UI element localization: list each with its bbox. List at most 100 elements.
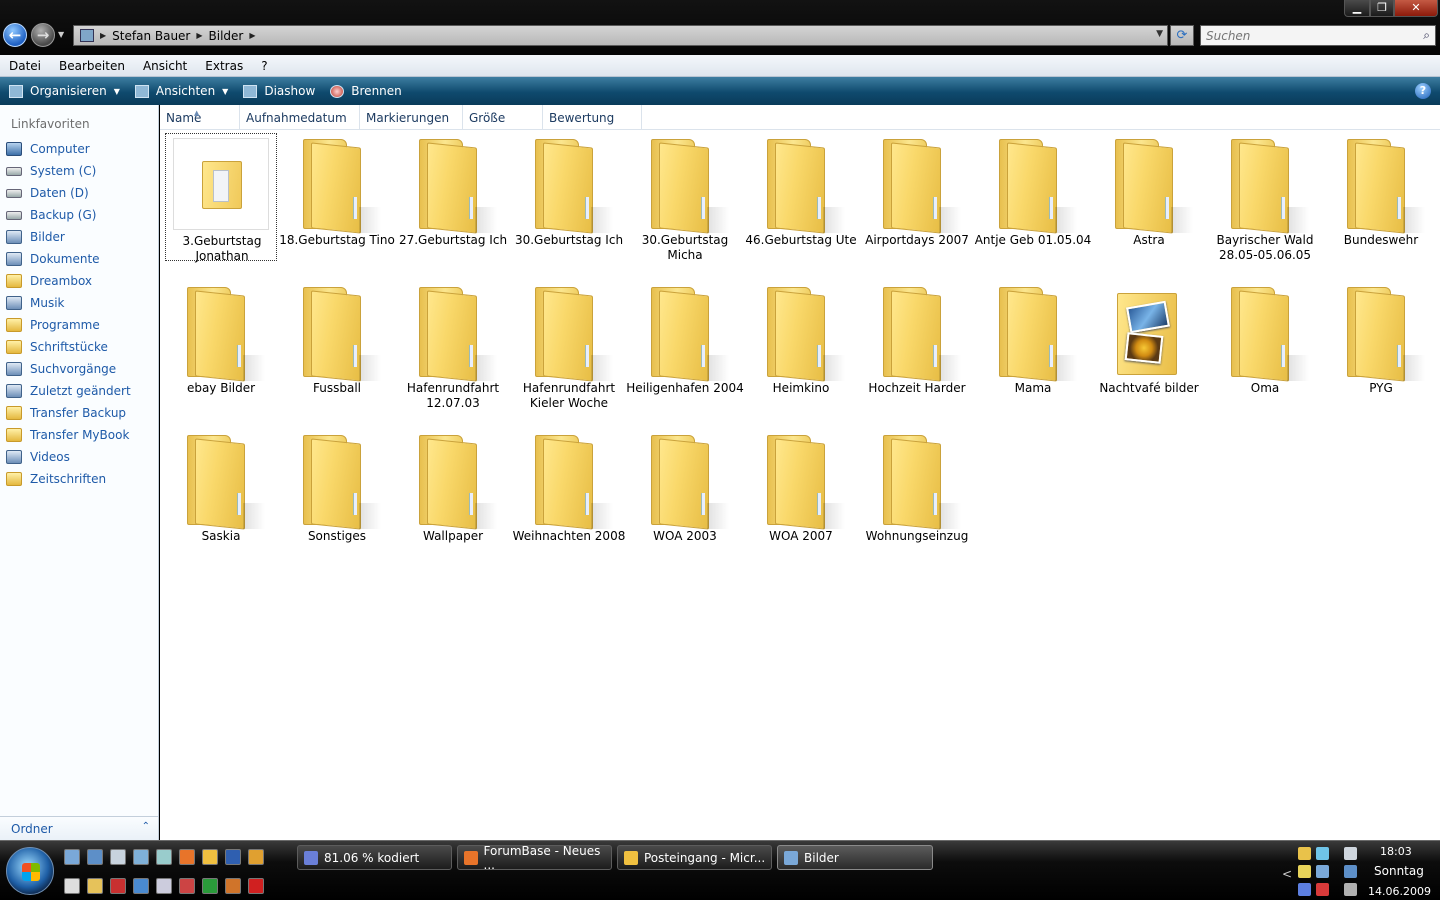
nav-link-item[interactable]: System (C) <box>0 160 158 182</box>
address-dropdown-icon[interactable]: ▼ <box>1156 29 1163 39</box>
show-desktop-icon[interactable] <box>64 849 80 865</box>
folder-item[interactable]: Hafenrundfahrt Kieler Woche <box>513 281 625 410</box>
nav-link-item[interactable]: Transfer Backup <box>0 402 158 424</box>
breadcrumb-separator-icon[interactable]: ▶ <box>249 31 255 40</box>
close-button[interactable]: ✕ <box>1394 0 1438 17</box>
folder-item[interactable]: Weihnachten 2008 <box>513 429 625 557</box>
folder-item[interactable]: Bayrischer Wald 28.05-05.06.05 <box>1209 133 1321 262</box>
forward-button[interactable]: → <box>31 23 55 47</box>
tv-icon[interactable] <box>64 878 80 894</box>
menu-datei[interactable]: Datei <box>0 59 50 73</box>
clock-time[interactable]: 18:03 <box>1380 845 1412 858</box>
opera-icon[interactable] <box>110 878 126 894</box>
folder-item[interactable]: 30.Geburtstag Ich <box>513 133 625 261</box>
menu-bearbeiten[interactable]: Bearbeiten <box>50 59 134 73</box>
clock-day[interactable]: Sonntag <box>1374 864 1424 878</box>
ie-icon[interactable] <box>133 878 149 894</box>
breadcrumb-separator-icon[interactable]: ▶ <box>196 31 202 40</box>
nav-link-item[interactable]: Dokumente <box>0 248 158 270</box>
folder-item[interactable]: 30.Geburtstag Micha <box>629 133 741 262</box>
tray-expand-icon[interactable]: < <box>1282 867 1292 881</box>
folder-item[interactable]: Nachtvafé bilder <box>1093 281 1205 409</box>
organize-button[interactable]: Organisieren ▼ <box>9 84 120 98</box>
nav-link-item[interactable]: Videos <box>0 446 158 468</box>
column-header-date-taken[interactable]: Aufnahmedatum <box>240 105 360 130</box>
menu-ansicht[interactable]: Ansicht <box>134 59 196 73</box>
minimize-button[interactable]: ▁ <box>1344 0 1370 17</box>
tray-device-icon[interactable] <box>1344 847 1357 860</box>
nav-link-item[interactable]: Zuletzt geändert <box>0 380 158 402</box>
slideshow-button[interactable]: Diashow <box>243 84 315 98</box>
refresh-button[interactable]: ⟳ <box>1170 25 1194 46</box>
folder-item[interactable]: ebay Bilder <box>165 281 277 409</box>
search-icon[interactable]: ⌕ <box>1423 28 1430 43</box>
start-button[interactable] <box>6 847 54 895</box>
project-icon[interactable] <box>202 878 218 894</box>
nav-link-item[interactable]: Zeitschriften <box>0 468 158 490</box>
breadcrumb-bilder[interactable]: Bilder <box>209 29 244 43</box>
word-icon[interactable] <box>225 849 241 865</box>
column-header-rating[interactable]: Bewertung <box>543 105 642 130</box>
tray-monitor-icon[interactable] <box>1316 865 1329 878</box>
back-button[interactable]: ← <box>3 23 27 47</box>
folder-item[interactable]: 46.Geburtstag Ute <box>745 133 857 261</box>
folder-item[interactable]: Wallpaper <box>397 429 509 557</box>
folder-item[interactable]: Bundeswehr <box>1325 133 1437 261</box>
nav-link-item[interactable]: Backup (G) <box>0 204 158 226</box>
nav-link-item[interactable]: Programme <box>0 314 158 336</box>
recent-pages-dropdown[interactable]: ▼ <box>58 30 64 39</box>
games-icon[interactable] <box>225 878 241 894</box>
folder-item[interactable]: Saskia <box>165 429 277 557</box>
folder-item[interactable]: WOA 2003 <box>629 429 741 557</box>
folder-item[interactable]: 3.Geburtstag Jonathan <box>165 133 277 263</box>
switch-windows-icon[interactable] <box>87 849 103 865</box>
help-icon[interactable]: ? <box>1415 83 1431 99</box>
menu-help[interactable]: ? <box>252 59 276 73</box>
volume-muted-icon[interactable] <box>1344 883 1357 896</box>
outlook-icon[interactable] <box>202 849 218 865</box>
folder-item[interactable]: Astra <box>1093 133 1205 261</box>
folder-item[interactable]: Oma <box>1209 281 1321 409</box>
burn-button[interactable]: Brennen <box>330 84 402 98</box>
breadcrumb-separator-icon[interactable]: ▶ <box>100 31 106 40</box>
folder-item[interactable]: PYG <box>1325 281 1437 409</box>
folder-item[interactable]: Heiligenhafen 2004 <box>626 281 744 409</box>
folder-item[interactable]: 18.Geburtstag Tino <box>279 133 395 261</box>
taskbar-button[interactable]: Bilder <box>777 845 933 870</box>
notepad-icon[interactable] <box>156 849 172 865</box>
nav-link-item[interactable]: Transfer MyBook <box>0 424 158 446</box>
nav-link-item[interactable]: Computer <box>0 138 158 160</box>
tray-network-icon[interactable] <box>1298 865 1311 878</box>
folder-item[interactable]: Airportdays 2007 <box>861 133 973 261</box>
media-icon[interactable] <box>248 849 264 865</box>
folders-toggle[interactable]: Ordner ⌃ <box>0 816 158 840</box>
folder-item[interactable]: Antje Geb 01.05.04 <box>975 133 1091 261</box>
taskbar-button[interactable]: ForumBase - Neues ... <box>457 844 612 872</box>
nav-link-item[interactable]: Bilder <box>0 226 158 248</box>
folder-item[interactable]: WOA 2007 <box>745 429 857 557</box>
poker-icon[interactable] <box>248 878 264 894</box>
folder-item[interactable]: Mama <box>977 281 1089 409</box>
network-icon[interactable] <box>110 849 126 865</box>
taskbar-button[interactable]: 81.06 % kodiert <box>297 845 452 870</box>
folder-item[interactable]: Sonstiges <box>281 429 393 557</box>
views-button[interactable]: Ansichten ▼ <box>134 84 228 98</box>
menu-extras[interactable]: Extras <box>196 59 252 73</box>
folder-item[interactable]: Hochzeit Harder <box>861 281 973 409</box>
folder-item[interactable]: Heimkino <box>745 281 857 409</box>
breadcrumb-stefan-bauer[interactable]: Stefan Bauer <box>112 29 190 43</box>
column-header-tags[interactable]: Markierungen <box>360 105 463 130</box>
nav-link-item[interactable]: Schriftstücke <box>0 336 158 358</box>
taskbar-button[interactable]: Posteingang - Micr... <box>617 845 772 870</box>
column-header-size[interactable]: Größe <box>463 105 543 130</box>
clock-date[interactable]: 14.06.2009 <box>1368 885 1431 898</box>
search-box[interactable]: ⌕ <box>1200 25 1436 46</box>
tray-mail-icon[interactable] <box>1298 847 1311 860</box>
calc-icon[interactable] <box>156 878 172 894</box>
tools-icon[interactable] <box>179 878 195 894</box>
folder-icon[interactable] <box>87 878 103 894</box>
explorer-icon[interactable] <box>133 849 149 865</box>
nav-link-item[interactable]: Dreambox <box>0 270 158 292</box>
address-bar[interactable]: ▶ Stefan Bauer ▶ Bilder ▶ ▼ <box>73 25 1168 46</box>
nav-link-item[interactable]: Suchvorgänge <box>0 358 158 380</box>
